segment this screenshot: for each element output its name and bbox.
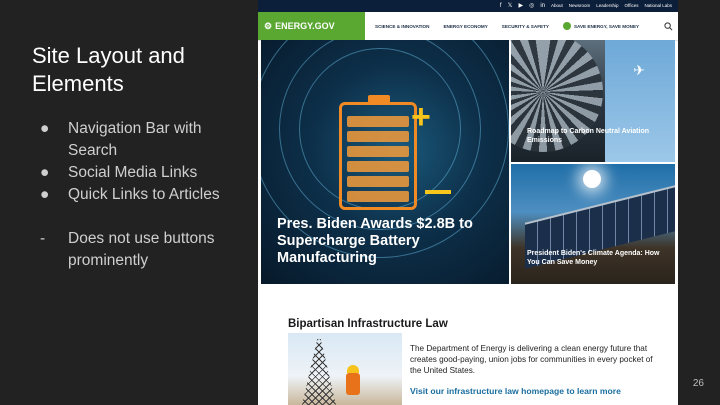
bullet-mark: ● (40, 164, 50, 181)
article-tile-climate[interactable]: President Biden's Climate Agenda: How Yo… (511, 164, 675, 284)
navigation-bar: ⚙ ENERGY.GOV SCIENCE & INNOVATION ENERGY… (258, 12, 678, 41)
worker-graphic (346, 373, 360, 395)
article-tile-aviation[interactable]: ✈ Roadmap to Carbon Neutral Aviation Emi… (511, 40, 675, 162)
bullet-mark: ● (40, 186, 50, 203)
hard-hat-graphic (347, 365, 359, 373)
infrastructure-link[interactable]: Visit our infrastructure law homepage to… (410, 386, 621, 396)
battery-cell (347, 116, 409, 127)
main-nav-links: SCIENCE & INNOVATION ENERGY ECONOMY SECU… (365, 22, 658, 30)
dash-mark: - (40, 230, 46, 247)
airplane-icon: ✈ (633, 62, 645, 78)
section-description: The Department of Energy is delivering a… (410, 344, 653, 375)
top-link-newsroom[interactable]: Newsroom (569, 0, 591, 12)
search-icon (663, 21, 672, 30)
top-link-offices[interactable]: Offices (625, 0, 639, 12)
instagram-icon[interactable]: ◎ (529, 0, 534, 12)
note-text: Does not use buttons prominently (68, 230, 215, 269)
bullet-list: ● Navigation Bar with Search ● Social Medi… (40, 118, 245, 272)
site-logo[interactable]: ⚙ ENERGY.GOV (258, 12, 365, 40)
battery-cell (347, 191, 409, 202)
note-item: - Does not use buttons prominently (40, 228, 245, 272)
battery-cell (347, 161, 409, 172)
facebook-icon[interactable]: f (500, 0, 502, 12)
nav-save-energy[interactable]: SAVE ENERGY, SAVE MONEY (562, 22, 640, 30)
search-button[interactable] (658, 21, 678, 31)
power-tower-graphic (302, 339, 336, 405)
infrastructure-photo (288, 333, 402, 405)
save-energy-label: SAVE ENERGY, SAVE MONEY (573, 23, 640, 29)
nav-security-safety[interactable]: SECURITY & SAFETY (502, 24, 549, 29)
section-title: Bipartisan Infrastructure Law (288, 318, 448, 330)
battery-graphic (339, 95, 417, 210)
youtube-icon[interactable]: ▶ (518, 0, 523, 12)
x-icon[interactable]: 𝕏 (508, 0, 513, 12)
bullet-text: Social Media Links (68, 164, 198, 181)
bullet-item: ● Social Media Links (40, 162, 245, 184)
linkedin-icon[interactable]: in (540, 0, 545, 12)
top-link-about[interactable]: About (551, 0, 563, 12)
nav-energy-economy[interactable]: ENERGY ECONOMY (443, 24, 487, 29)
battery-cell (347, 131, 409, 142)
energy-logo-icon: ⚙ (264, 20, 273, 31)
website-screenshot: f 𝕏 ▶ ◎ in About Newsroom Leadership Off… (258, 0, 678, 405)
slide-number: 26 (692, 378, 704, 389)
slide-title: Site Layout and Elements (32, 43, 185, 96)
battery-cell (347, 176, 409, 187)
bullet-item: ● Navigation Bar with Search (40, 118, 245, 162)
save-energy-icon (562, 22, 571, 30)
battery-cap (368, 95, 390, 103)
bullet-item: ● Quick Links to Articles (40, 184, 245, 206)
bullet-mark: ● (40, 120, 50, 137)
hero-article-card[interactable]: + Pres. Biden Awards $2.8B to Supercharg… (261, 40, 509, 284)
top-link-national-labs[interactable]: National Labs (644, 0, 672, 12)
plus-icon: + (411, 98, 431, 136)
bullet-text: Navigation Bar with Search (68, 120, 202, 159)
logo-text: ENERGY.GOV (275, 21, 335, 31)
top-utility-bar: f 𝕏 ▶ ◎ in About Newsroom Leadership Off… (258, 0, 678, 12)
sun-icon (583, 170, 601, 188)
minus-icon (425, 190, 451, 194)
nav-science-innovation[interactable]: SCIENCE & INNOVATION (375, 24, 429, 29)
tile-aviation-title[interactable]: Roadmap to Carbon Neutral Aviation Emiss… (527, 128, 667, 145)
bullet-text: Quick Links to Articles (68, 186, 220, 203)
hero-article-title[interactable]: Pres. Biden Awards $2.8B to Supercharge … (277, 216, 497, 267)
top-link-leadership[interactable]: Leadership (596, 0, 618, 12)
tile-climate-title[interactable]: President Biden's Climate Agenda: How Yo… (527, 250, 667, 267)
battery-cell (347, 146, 409, 157)
bullet-spacer (40, 206, 245, 228)
